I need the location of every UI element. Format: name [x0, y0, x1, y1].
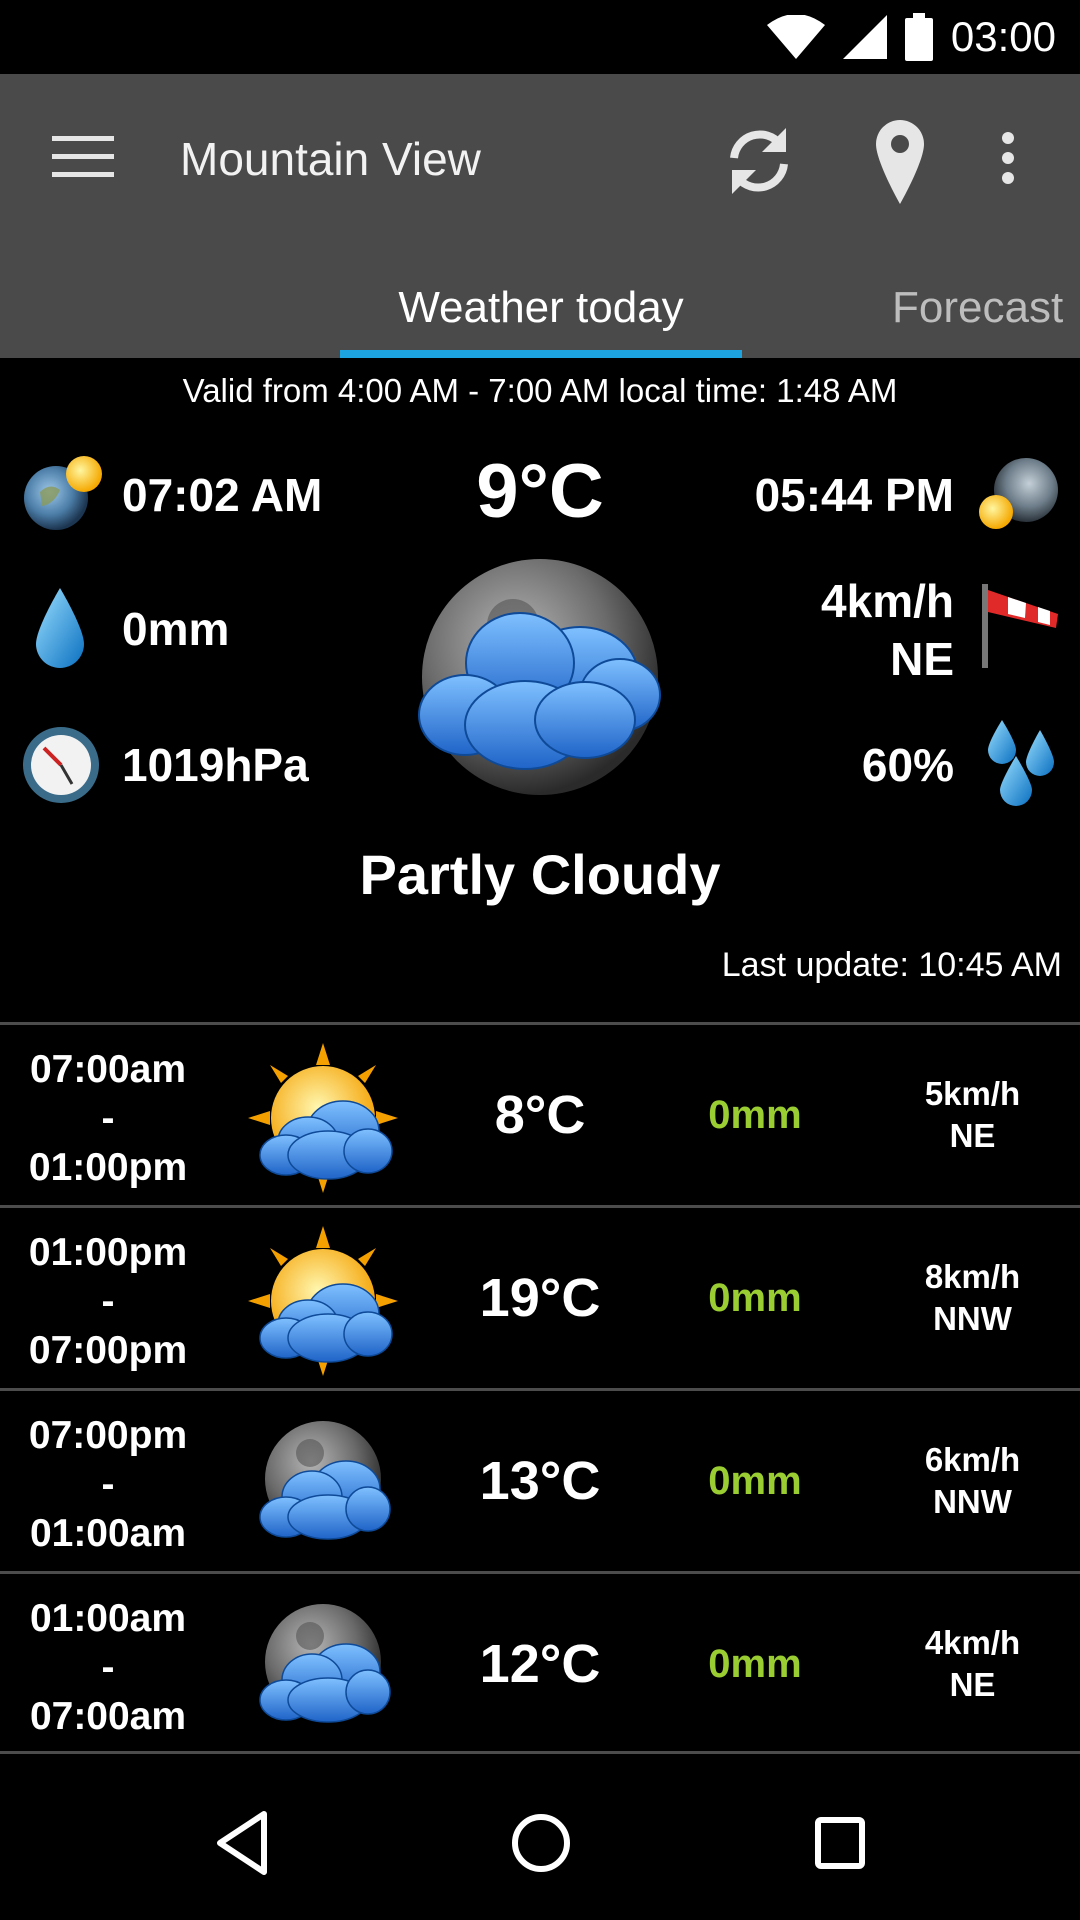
period-precipitation: 0mm — [708, 1275, 802, 1320]
condition-text: Partly Cloudy — [359, 843, 721, 906]
period-range: 07:00pm - 01:00am — [28, 1414, 188, 1555]
back-icon[interactable] — [212, 1808, 272, 1878]
location-pin-icon[interactable] — [872, 120, 928, 204]
humidity-drops-icon — [988, 720, 1054, 806]
period-range: 01:00am - 07:00am — [29, 1597, 187, 1738]
period-wind: 8km/h NNW — [924, 1258, 1021, 1337]
period-range: 07:00am - 01:00pm — [28, 1048, 188, 1189]
refresh-icon[interactable] — [720, 122, 798, 200]
tab-weather-today[interactable]: Weather today — [340, 274, 742, 358]
sunset-icon — [979, 458, 1058, 529]
moon-cloud-icon — [248, 1592, 398, 1742]
more-options-icon[interactable] — [990, 132, 1026, 192]
pressure-value: 1019hPa — [122, 739, 309, 791]
wind-direction: NE — [890, 633, 954, 685]
period-precipitation: 0mm — [708, 1641, 802, 1686]
windsock-icon — [982, 584, 1058, 668]
sunset-time: 05:44 PM — [754, 469, 954, 521]
period-wind: 6km/h NNW — [924, 1441, 1021, 1520]
recents-icon[interactable] — [810, 1808, 870, 1878]
tab-bar: Weather today Forecast — [0, 274, 1080, 358]
sun-cloud-icon — [248, 1226, 398, 1376]
valid-period-text: Valid from 4:00 AM - 7:00 AM local time:… — [182, 372, 898, 409]
period-temperature: 19°C — [479, 1268, 601, 1328]
wifi-icon — [766, 15, 825, 59]
period-temperature: 12°C — [479, 1634, 601, 1694]
period-range: 01:00pm - 07:00pm — [28, 1231, 188, 1372]
raindrop-icon — [36, 588, 84, 668]
system-nav-bar — [0, 1770, 1080, 1920]
moon-cloud-icon — [418, 559, 661, 795]
status-bar: 03:00 — [0, 0, 1080, 74]
humidity-value: 60% — [861, 739, 954, 791]
location-title: Mountain View — [180, 133, 481, 185]
period-wind: 4km/h NE — [924, 1624, 1021, 1703]
forecast-row[interactable]: 07:00am - 01:00pm 8°C 0mm 5km/h NE — [0, 1022, 1080, 1205]
tab-forecast[interactable]: Forecast — [892, 274, 1080, 358]
period-precipitation: 0mm — [708, 1092, 802, 1137]
forecast-row[interactable]: 01:00pm - 07:00pm 19°C 0mm 8km/h NNW — [0, 1205, 1080, 1388]
period-temperature: 8°C — [494, 1085, 586, 1145]
sun-cloud-icon — [248, 1043, 398, 1193]
sunrise-icon — [24, 456, 102, 530]
period-precipitation: 0mm — [708, 1458, 802, 1503]
last-update-text: Last update: 10:45 AM — [721, 946, 1062, 984]
battery-icon — [904, 13, 933, 61]
forecast-list: 07:00am - 01:00pm 8°C 0mm 5km/h NE 01:00… — [0, 1022, 1080, 1754]
menu-icon[interactable] — [52, 136, 114, 186]
wind-speed: 4km/h — [821, 575, 954, 627]
status-time: 03:00 — [950, 13, 1056, 60]
period-wind: 5km/h NE — [924, 1075, 1021, 1154]
moon-cloud-icon — [248, 1409, 398, 1559]
precipitation-value: 0mm — [122, 603, 230, 655]
sunrise-time: 07:02 AM — [122, 469, 323, 521]
home-icon[interactable] — [508, 1808, 574, 1878]
toolbar: Mountain View — [0, 74, 1080, 244]
forecast-row[interactable]: 07:00pm - 01:00am 13°C 0mm 6km/h NNW — [0, 1388, 1080, 1571]
forecast-row[interactable]: 01:00am - 07:00am 12°C 0mm 4km/h NE — [0, 1571, 1080, 1754]
app-bar: Mountain View Weather today Forecast — [0, 74, 1080, 358]
current-temperature: 9°C — [476, 449, 604, 534]
barometer-icon — [23, 727, 99, 803]
period-temperature: 13°C — [479, 1451, 601, 1511]
cell-signal-icon — [842, 15, 887, 59]
